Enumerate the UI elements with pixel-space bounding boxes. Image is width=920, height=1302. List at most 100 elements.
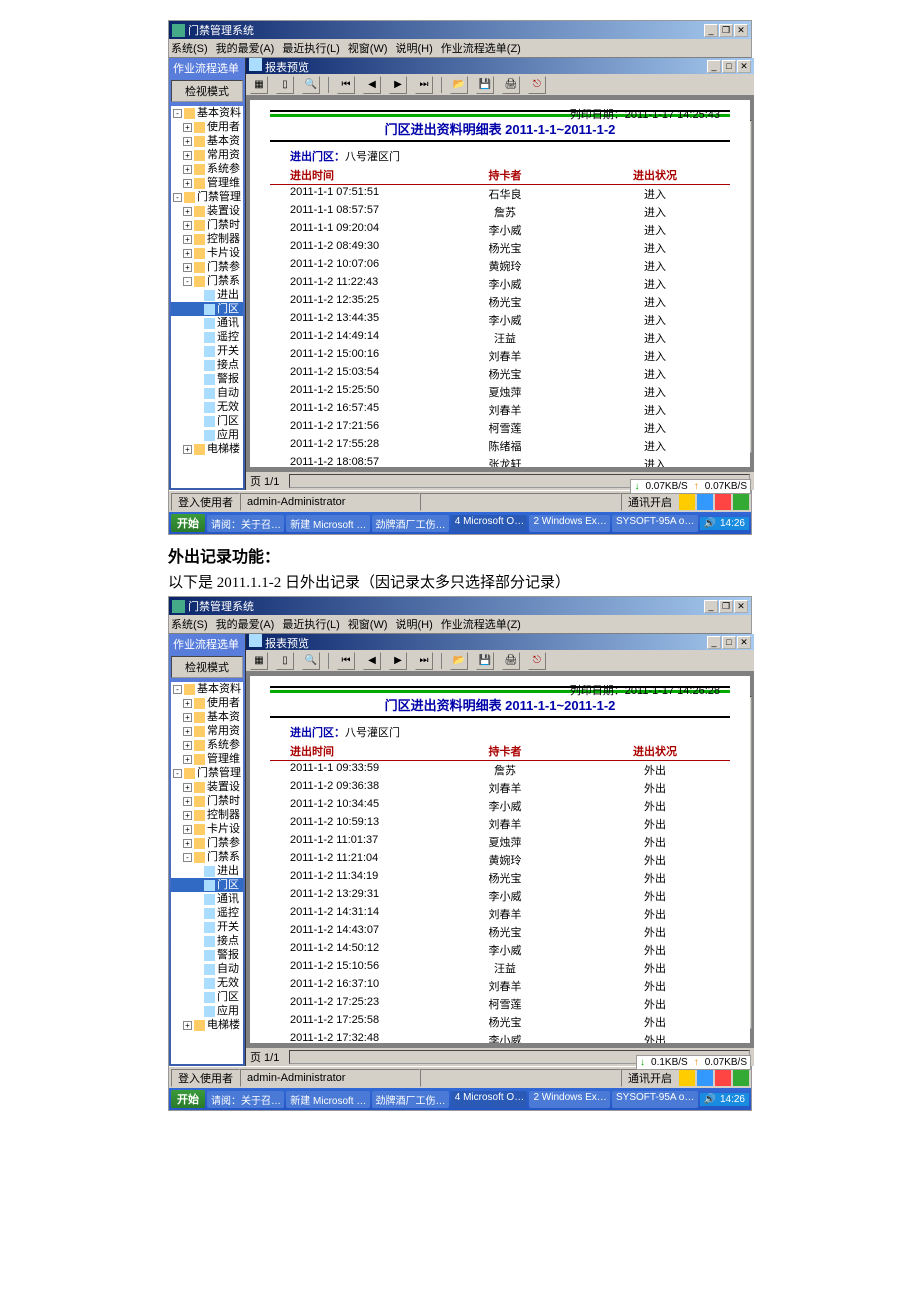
taskbar-item[interactable]: 劲牌酒厂工伤… xyxy=(372,515,449,532)
tb-prev-icon[interactable]: ◀ xyxy=(363,652,381,670)
expand-icon[interactable]: + xyxy=(183,727,192,736)
expand-icon[interactable]: + xyxy=(183,1021,192,1030)
tree-item[interactable]: +管理维 xyxy=(171,176,243,190)
menu-window[interactable]: 视窗(W) xyxy=(348,616,388,632)
tree-item[interactable]: +门禁参 xyxy=(171,260,243,274)
taskbar-item[interactable]: 劲牌酒厂工伤… xyxy=(372,1091,449,1108)
tb-save-icon[interactable]: 💾 xyxy=(476,76,494,94)
tree-item[interactable]: 通讯 xyxy=(171,316,243,330)
minimize-button[interactable]: _ xyxy=(704,24,718,37)
tb-last-icon[interactable]: ⏭ xyxy=(415,76,433,94)
tb-zoom-icon[interactable]: 🔍 xyxy=(302,76,320,94)
tree-item[interactable]: 遥控 xyxy=(171,330,243,344)
status-icon-3[interactable] xyxy=(715,1070,731,1086)
tb-zoom-icon[interactable]: 🔍 xyxy=(302,652,320,670)
status-icon-1[interactable] xyxy=(679,494,695,510)
menu-favorites[interactable]: 我的最爱(A) xyxy=(216,616,275,632)
menu-workflow[interactable]: 作业流程选单(Z) xyxy=(441,616,521,632)
tree-item[interactable]: +门禁参 xyxy=(171,836,243,850)
tree-item[interactable]: 接点 xyxy=(171,358,243,372)
expand-icon[interactable]: - xyxy=(183,277,192,286)
tree-item[interactable]: 自动 xyxy=(171,962,243,976)
taskbar-item[interactable]: 新建 Microsoft … xyxy=(286,1091,369,1108)
tree-item[interactable]: +系统参 xyxy=(171,162,243,176)
taskbar-item[interactable]: 请阅：关于召… xyxy=(207,515,284,532)
tb-save-icon[interactable]: 💾 xyxy=(476,652,494,670)
tree-item[interactable]: +装置设 xyxy=(171,204,243,218)
expand-icon[interactable]: + xyxy=(183,783,192,792)
expand-icon[interactable]: - xyxy=(183,853,192,862)
close-button[interactable]: ✕ xyxy=(734,24,748,37)
status-icon-2[interactable] xyxy=(697,494,713,510)
taskbar-item[interactable]: 新建 Microsoft … xyxy=(286,515,369,532)
expand-icon[interactable]: - xyxy=(173,685,182,694)
report-maximize-button[interactable]: □ xyxy=(722,60,736,73)
report-minimize-button[interactable]: _ xyxy=(707,60,721,73)
tb-next-icon[interactable]: ▶ xyxy=(389,76,407,94)
tree-item[interactable]: +装置设 xyxy=(171,780,243,794)
tb-print-icon[interactable]: 🖨 xyxy=(502,76,520,94)
menu-system[interactable]: 系统(S) xyxy=(171,616,208,632)
tree-item[interactable]: 应用 xyxy=(171,428,243,442)
tree-item[interactable]: 自动 xyxy=(171,386,243,400)
menu-workflow[interactable]: 作业流程选单(Z) xyxy=(441,40,521,56)
tree-item[interactable]: 无效 xyxy=(171,976,243,990)
menu-window[interactable]: 视窗(W) xyxy=(348,40,388,56)
expand-icon[interactable]: + xyxy=(183,755,192,764)
tree-item[interactable]: -基本资料 xyxy=(171,106,243,120)
taskbar-item[interactable]: SYSOFT-95A o… xyxy=(612,515,698,532)
menu-help[interactable]: 说明(H) xyxy=(396,40,433,56)
tree-item[interactable]: -门禁管理 xyxy=(171,766,243,780)
tree-item[interactable]: +电梯楼 xyxy=(171,1018,243,1032)
tree-item[interactable]: 门区 xyxy=(171,414,243,428)
expand-icon[interactable]: + xyxy=(183,123,192,132)
expand-icon[interactable]: + xyxy=(183,797,192,806)
report-close-button[interactable]: ✕ xyxy=(737,60,751,73)
taskbar-item[interactable]: 请阅：关于召… xyxy=(207,1091,284,1108)
expand-icon[interactable]: + xyxy=(183,249,192,258)
tree-item[interactable]: +控制器 xyxy=(171,232,243,246)
tree-item[interactable]: 门区 xyxy=(171,878,243,892)
close-button[interactable]: ✕ xyxy=(734,600,748,613)
report-maximize-button[interactable]: □ xyxy=(722,636,736,649)
tb-first-icon[interactable]: ⏮ xyxy=(337,76,355,94)
expand-icon[interactable]: + xyxy=(183,741,192,750)
tree-item[interactable]: -门禁系 xyxy=(171,274,243,288)
taskbar-item[interactable]: 2 Windows Ex… xyxy=(529,1091,610,1108)
tb-print-icon[interactable]: 🖨 xyxy=(502,652,520,670)
tree-item[interactable]: +门禁时 xyxy=(171,794,243,808)
tree-item[interactable]: 门区 xyxy=(171,990,243,1004)
tree-item[interactable]: +基本资 xyxy=(171,134,243,148)
tree-item[interactable]: +使用者 xyxy=(171,696,243,710)
tb-page-icon[interactable]: ▯ xyxy=(276,76,294,94)
menu-recent[interactable]: 最近执行(L) xyxy=(282,40,339,56)
taskbar-item[interactable]: SYSOFT-95A o… xyxy=(612,1091,698,1108)
expand-icon[interactable]: - xyxy=(173,109,182,118)
report-minimize-button[interactable]: _ xyxy=(707,636,721,649)
status-icon-4[interactable] xyxy=(733,494,749,510)
maximize-button[interactable]: ❐ xyxy=(719,24,733,37)
tb-next-icon[interactable]: ▶ xyxy=(389,652,407,670)
tree-item[interactable]: 通讯 xyxy=(171,892,243,906)
expand-icon[interactable]: - xyxy=(173,769,182,778)
maximize-button[interactable]: ❐ xyxy=(719,600,733,613)
tree-item[interactable]: 接点 xyxy=(171,934,243,948)
tree-item[interactable]: +系统参 xyxy=(171,738,243,752)
tree-item[interactable]: +电梯楼 xyxy=(171,442,243,456)
tree-item[interactable]: +卡片设 xyxy=(171,246,243,260)
tree-item[interactable]: 进出 xyxy=(171,864,243,878)
menu-recent[interactable]: 最近执行(L) xyxy=(282,616,339,632)
tb-first-icon[interactable]: ⏮ xyxy=(337,652,355,670)
tree-item[interactable]: +使用者 xyxy=(171,120,243,134)
expand-icon[interactable]: + xyxy=(183,207,192,216)
expand-icon[interactable]: + xyxy=(183,179,192,188)
report-close-button[interactable]: ✕ xyxy=(737,636,751,649)
expand-icon[interactable]: + xyxy=(183,811,192,820)
tb-exit-icon[interactable]: ⎋ xyxy=(528,76,546,94)
tb-open-icon[interactable]: 📂 xyxy=(450,76,468,94)
tb-exit-icon[interactable]: ⎋ xyxy=(528,652,546,670)
expand-icon[interactable]: + xyxy=(183,445,192,454)
tree-item[interactable]: +卡片设 xyxy=(171,822,243,836)
tree-item[interactable]: 应用 xyxy=(171,1004,243,1018)
expand-icon[interactable]: + xyxy=(183,151,192,160)
